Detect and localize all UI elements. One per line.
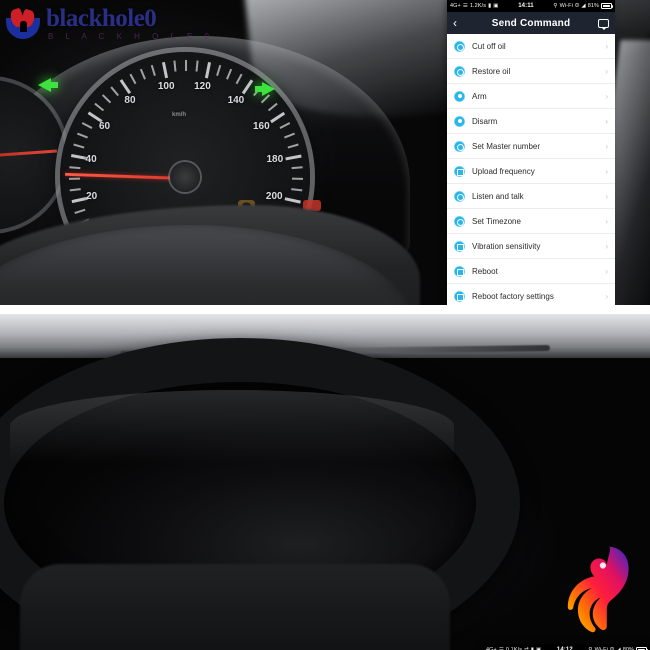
chevron-right-icon: › bbox=[605, 116, 608, 126]
chevron-right-icon: › bbox=[605, 141, 608, 151]
unlock-disarm-icon bbox=[454, 115, 465, 127]
page-title: Send Command bbox=[491, 17, 571, 29]
command-row-set-timezone[interactable]: Set Timezone › bbox=[447, 209, 615, 234]
command-label: Listen and talk bbox=[472, 191, 524, 201]
command-row-arm[interactable]: Arm › bbox=[447, 84, 615, 109]
chevron-right-icon: › bbox=[605, 41, 608, 51]
send-command-screen: 4G+ ☰ 1.2K/s ▮ ▣ 14:11 ⚲ Wi-Fi ⏼ ◢ 81% ‹ bbox=[447, 0, 615, 305]
command-row-set-master-number[interactable]: Set Master number › bbox=[447, 134, 615, 159]
chevron-right-icon: › bbox=[605, 216, 608, 226]
command-label: Cut off oil bbox=[472, 41, 506, 51]
camera-icon: ▣ bbox=[493, 3, 499, 9]
data-rate-label: 1.2K/s bbox=[469, 3, 487, 9]
chevron-right-icon: › bbox=[605, 66, 608, 76]
reboot-icon bbox=[454, 265, 465, 277]
speed-unit-label: km/h bbox=[172, 112, 187, 118]
restore-oil-icon bbox=[454, 65, 465, 77]
chevron-right-icon: › bbox=[605, 291, 608, 301]
watermark-subtitle: B L A C K H O L E 0 bbox=[48, 32, 214, 41]
right-turn-arrow-icon bbox=[255, 82, 275, 96]
command-list: Cut off oil › Restore oil › Arm › Disarm › Set M… bbox=[447, 34, 615, 305]
command-label: Reboot bbox=[472, 266, 498, 276]
watermark-title: blackhole0 bbox=[46, 5, 157, 32]
location-icon: ⚲ bbox=[553, 3, 558, 9]
speed-tick-label: 40 bbox=[85, 154, 97, 166]
more-screen: 4G+ ☰ 0.1K/s ⇄ ▮ ▣ 14:12 ⚲ Wi-Fi ⏼ ◢ 80% bbox=[483, 644, 650, 650]
cut-off-oil-icon bbox=[454, 40, 465, 52]
network-label: 4G+ bbox=[450, 3, 461, 9]
lock-arm-icon bbox=[454, 90, 465, 102]
navigation-bar-top: ‹ Send Command bbox=[447, 12, 615, 34]
upload-frequency-icon bbox=[454, 165, 465, 177]
battery-icon bbox=[601, 3, 614, 9]
command-row-restore-oil[interactable]: Restore oil › bbox=[447, 59, 615, 84]
speed-tick-label: 60 bbox=[99, 120, 111, 132]
phone-master-number-icon bbox=[454, 140, 465, 152]
steering-wheel-hub bbox=[20, 564, 450, 650]
speed-tick-label: 20 bbox=[86, 190, 98, 202]
command-label: Set Master number bbox=[472, 141, 541, 151]
status-bar-bottom: 4G+ ☰ 0.1K/s ⇄ ▮ ▣ 14:12 ⚲ Wi-Fi ⏼ ◢ 80% bbox=[483, 644, 650, 650]
back-button[interactable]: ‹ bbox=[453, 17, 467, 29]
command-row-upload-frequency[interactable]: Upload frequency › bbox=[447, 159, 615, 184]
command-label: Disarm bbox=[472, 116, 498, 126]
bluetooth-icon-2: ⏼ bbox=[609, 646, 615, 650]
wifi-icon: ◢ bbox=[581, 3, 586, 9]
command-row-reboot-factory-settings[interactable]: Reboot factory settings › bbox=[447, 284, 615, 305]
speed-tick-label: 180 bbox=[266, 154, 284, 166]
listen-and-talk-icon bbox=[454, 190, 465, 202]
folder-icon: ▮ bbox=[488, 3, 492, 9]
gradient-fox-logo bbox=[560, 534, 638, 636]
factory-reset-icon bbox=[454, 290, 465, 302]
speed-tick-label: 120 bbox=[194, 80, 211, 92]
panel-separator bbox=[0, 305, 650, 314]
chevron-right-icon: › bbox=[605, 241, 608, 251]
command-row-listen-and-talk[interactable]: Listen and talk › bbox=[447, 184, 615, 209]
command-row-cut-off-oil[interactable]: Cut off oil › bbox=[447, 34, 615, 59]
status-bar-top: 4G+ ☰ 1.2K/s ▮ ▣ 14:11 ⚲ Wi-Fi ⏼ ◢ 81% bbox=[447, 0, 615, 12]
watermark: blackhole0 B L A C K H O L E 0 bbox=[6, 6, 214, 41]
command-label: Set Timezone bbox=[472, 216, 521, 226]
speed-tick-label: 160 bbox=[252, 120, 270, 132]
command-label: Restore oil bbox=[472, 66, 511, 76]
tachometer-needle bbox=[0, 149, 58, 158]
command-label: Arm bbox=[472, 91, 487, 101]
battery-percent-label: 81% bbox=[587, 3, 599, 9]
command-label: Vibration sensitivity bbox=[472, 241, 541, 251]
vibration-sensitivity-icon bbox=[454, 240, 465, 252]
chevron-right-icon: › bbox=[605, 266, 608, 276]
bottom-photo-panel: 020406080100120140160180200220 4G+ ☰ 0.1… bbox=[0, 314, 650, 650]
speed-tick-label: 80 bbox=[124, 94, 136, 106]
top-photo-panel: 020406080100120140160180200220km/h 0 03 … bbox=[0, 0, 650, 305]
screenshot-stage: 020406080100120140160180200220km/h 0 03 … bbox=[0, 0, 650, 650]
signal-icon: ☰ bbox=[462, 3, 468, 9]
chevron-right-icon: › bbox=[605, 166, 608, 176]
blackhole-logo-icon bbox=[6, 7, 40, 39]
chat-bubble-icon bbox=[598, 18, 609, 31]
command-label: Upload frequency bbox=[472, 166, 535, 176]
speed-tick-label: 100 bbox=[157, 80, 175, 92]
needle-hub bbox=[170, 162, 200, 192]
speed-tick-label: 200 bbox=[265, 190, 283, 202]
wifi-label: Wi-Fi bbox=[559, 3, 573, 9]
command-row-disarm[interactable]: Disarm › bbox=[447, 109, 615, 134]
command-label: Reboot factory settings bbox=[472, 291, 554, 301]
chevron-right-icon: › bbox=[605, 91, 608, 101]
chevron-right-icon: › bbox=[605, 191, 608, 201]
timezone-clock-icon bbox=[454, 215, 465, 227]
speed-tick-label: 140 bbox=[227, 94, 245, 106]
bluetooth-icon: ⏼ bbox=[574, 2, 580, 9]
command-row-vibration-sensitivity[interactable]: Vibration sensitivity › bbox=[447, 234, 615, 259]
command-row-reboot[interactable]: Reboot › bbox=[447, 259, 615, 284]
chat-button[interactable] bbox=[598, 18, 609, 31]
left-turn-arrow-icon bbox=[38, 78, 58, 92]
status-bar-clock: 14:11 bbox=[518, 3, 534, 9]
